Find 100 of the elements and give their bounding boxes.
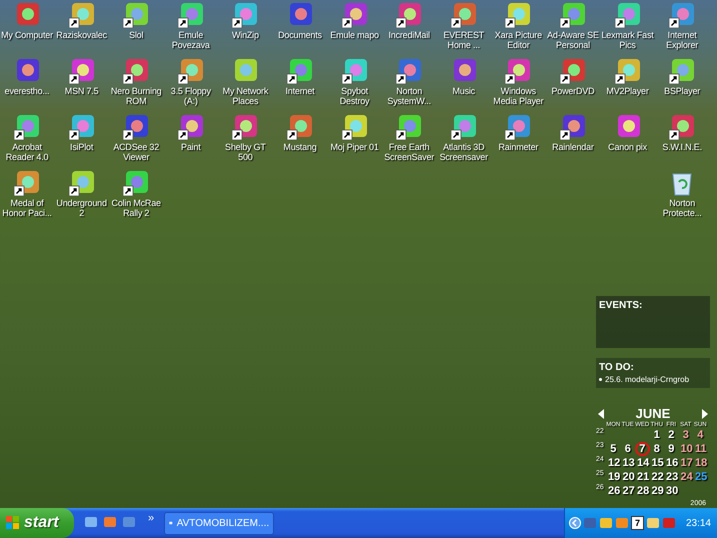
shortcut-icon: [286, 114, 313, 140]
windows-logo-icon: [6, 516, 20, 530]
calendar-day[interactable]: 21: [635, 470, 650, 484]
desktop-shortcut[interactable]: WinZip: [218, 2, 272, 40]
todo-title: TO DO:: [599, 362, 635, 373]
calendar-day[interactable]: 18: [693, 456, 708, 470]
calendar-day[interactable]: 10: [678, 442, 693, 456]
start-button[interactable]: start: [0, 508, 74, 538]
desktop-shortcut[interactable]: Slol: [109, 2, 164, 40]
desktop-shortcut[interactable]: Emule mapo: [328, 2, 382, 40]
shortcut-icon: [123, 114, 150, 140]
calendar-day[interactable]: 24: [678, 470, 693, 484]
bullet-icon: [599, 378, 602, 381]
desktop-shortcut[interactable]: PowerDVD: [546, 58, 600, 96]
task-button[interactable]: AVTOMOBILIZEM....: [164, 512, 274, 534]
more-button[interactable]: »: [144, 512, 158, 524]
desktop-shortcut[interactable]: 3.5 Floppy (A:): [164, 58, 218, 106]
desktop-shortcut[interactable]: Moj Piper 01: [328, 114, 382, 152]
calendar-day[interactable]: 1: [650, 428, 664, 442]
desktop-shortcut[interactable]: Ad-Aware SE Personal: [546, 2, 600, 50]
collapse-icon[interactable]: [568, 517, 581, 529]
calendar-day[interactable]: 16: [664, 456, 678, 470]
calendar-day[interactable]: 17: [678, 456, 693, 470]
desktop-shortcut[interactable]: IncrediMail: [382, 2, 436, 40]
calendar-day[interactable]: 5: [606, 442, 620, 456]
calendar-day[interactable]: 6: [620, 442, 635, 456]
calendar-day[interactable]: 9: [664, 442, 678, 456]
desktop-shortcut[interactable]: Internet: [272, 58, 327, 96]
calendar-day[interactable]: 15: [650, 456, 664, 470]
desktop-shortcut[interactable]: Raziskovalec: [54, 2, 109, 40]
previous-month-icon[interactable]: [598, 408, 604, 418]
calendar-day[interactable]: 20: [620, 470, 635, 484]
desktop-shortcut[interactable]: Paint: [164, 114, 218, 152]
app-icon: [232, 58, 258, 84]
calendar-day[interactable]: 22: [650, 470, 664, 484]
desktop-shortcut[interactable]: everestho...: [0, 58, 54, 96]
shortcut-icon: [450, 2, 477, 28]
desktop-shortcut[interactable]: IsiPlot: [54, 114, 109, 152]
calendar-day[interactable]: 29: [650, 484, 664, 498]
desktop-shortcut[interactable]: My Network Places: [218, 58, 272, 106]
desktop-shortcut[interactable]: MSN 7.5: [54, 58, 109, 96]
desktop-shortcut[interactable]: Free Earth ScreenSaver: [382, 114, 436, 162]
desktop-shortcut[interactable]: Nero Burning ROM: [109, 58, 164, 106]
calendar-day[interactable]: 27: [620, 484, 635, 498]
shortcut-icon: [123, 58, 150, 84]
desktop-shortcut[interactable]: Canon pix: [600, 114, 655, 152]
shortcut-icon: [505, 58, 532, 84]
desktop-shortcut[interactable]: Internet Explorer: [655, 2, 710, 50]
calendar-day[interactable]: 28: [635, 484, 650, 498]
calendar-day[interactable]: 2: [664, 428, 678, 442]
desktop-shortcut[interactable]: Acrobat Reader 4.0: [0, 114, 54, 162]
shortcut-icon: [342, 2, 368, 28]
calendar-day[interactable]: 8: [650, 442, 664, 456]
desktop-shortcut[interactable]: My Computer: [0, 2, 54, 40]
desktop-shortcut[interactable]: BSPlayer: [655, 58, 710, 96]
desktop-shortcut[interactable]: S.W.I.N.E.: [655, 114, 710, 152]
desktop-shortcut[interactable]: Lexmark Fast Pics: [600, 2, 655, 50]
desktop-shortcut[interactable]: Atlantis 3D Screensaver: [436, 114, 491, 162]
calendar-day[interactable]: 3: [678, 428, 693, 442]
calendar-day[interactable]: 12: [606, 456, 620, 470]
desktop-shortcut[interactable]: Rainlendar: [546, 114, 600, 152]
calendar-day[interactable]: 19: [606, 470, 620, 484]
shortcut-icon: [178, 114, 204, 140]
shortcut-icon: [505, 2, 532, 28]
desktop-shortcut[interactable]: Mustang: [272, 114, 327, 152]
calendar-day[interactable]: 26: [606, 484, 620, 498]
desktop-shortcut[interactable]: Norton SystemW...: [382, 58, 436, 106]
calendar-day[interactable]: 11: [693, 442, 708, 456]
calendar-day[interactable]: 4: [693, 428, 708, 442]
calendar-tray-icon[interactable]: 7: [630, 516, 644, 530]
desktop-shortcut[interactable]: Emule Povezava: [164, 2, 218, 50]
desktop-shortcut[interactable]: Xara Picture Editor: [491, 2, 546, 50]
shortcut-icon: [560, 2, 586, 28]
calendar-day[interactable]: 30: [664, 484, 678, 498]
shortcut-icon: [14, 114, 40, 140]
shortcut-icon: [614, 58, 641, 84]
desktop-shortcut[interactable]: Medal of Honor Paci...: [0, 170, 54, 218]
next-month-icon[interactable]: [702, 408, 708, 418]
shortcut-icon: [68, 114, 95, 140]
desktop-shortcut[interactable]: Spybot Destroy: [328, 58, 382, 106]
shortcut-icon: [286, 58, 313, 84]
shortcut-icon: [505, 114, 532, 140]
desktop-shortcut[interactable]: Rainmeter: [491, 114, 546, 152]
desktop-shortcut[interactable]: Windows Media Player: [491, 58, 546, 106]
shortcut-icon: [669, 58, 696, 84]
desktop-shortcut[interactable]: MV2Player: [600, 58, 655, 96]
desktop-shortcut[interactable]: Music: [436, 58, 491, 96]
desktop-shortcut[interactable]: Norton Protecte...: [655, 170, 710, 218]
desktop-shortcut[interactable]: EVEREST Home ...: [436, 2, 491, 50]
calendar-day[interactable]: 14: [635, 456, 650, 470]
desktop-shortcut[interactable]: Colin McRae Rally 2: [109, 170, 164, 218]
shortcut-icon: [123, 170, 150, 196]
calendar-day[interactable]: 13: [620, 456, 635, 470]
desktop-shortcut[interactable]: Documents: [272, 2, 327, 40]
calendar-day[interactable]: 23: [664, 470, 678, 484]
desktop-shortcut[interactable]: Shelby GT 500: [218, 114, 272, 162]
desktop-shortcut[interactable]: Underground 2: [54, 170, 109, 218]
calendar-day[interactable]: 7: [635, 442, 650, 456]
desktop-shortcut[interactable]: ACDSee 32 Viewer: [109, 114, 164, 162]
shortcut-icon: [560, 58, 586, 84]
